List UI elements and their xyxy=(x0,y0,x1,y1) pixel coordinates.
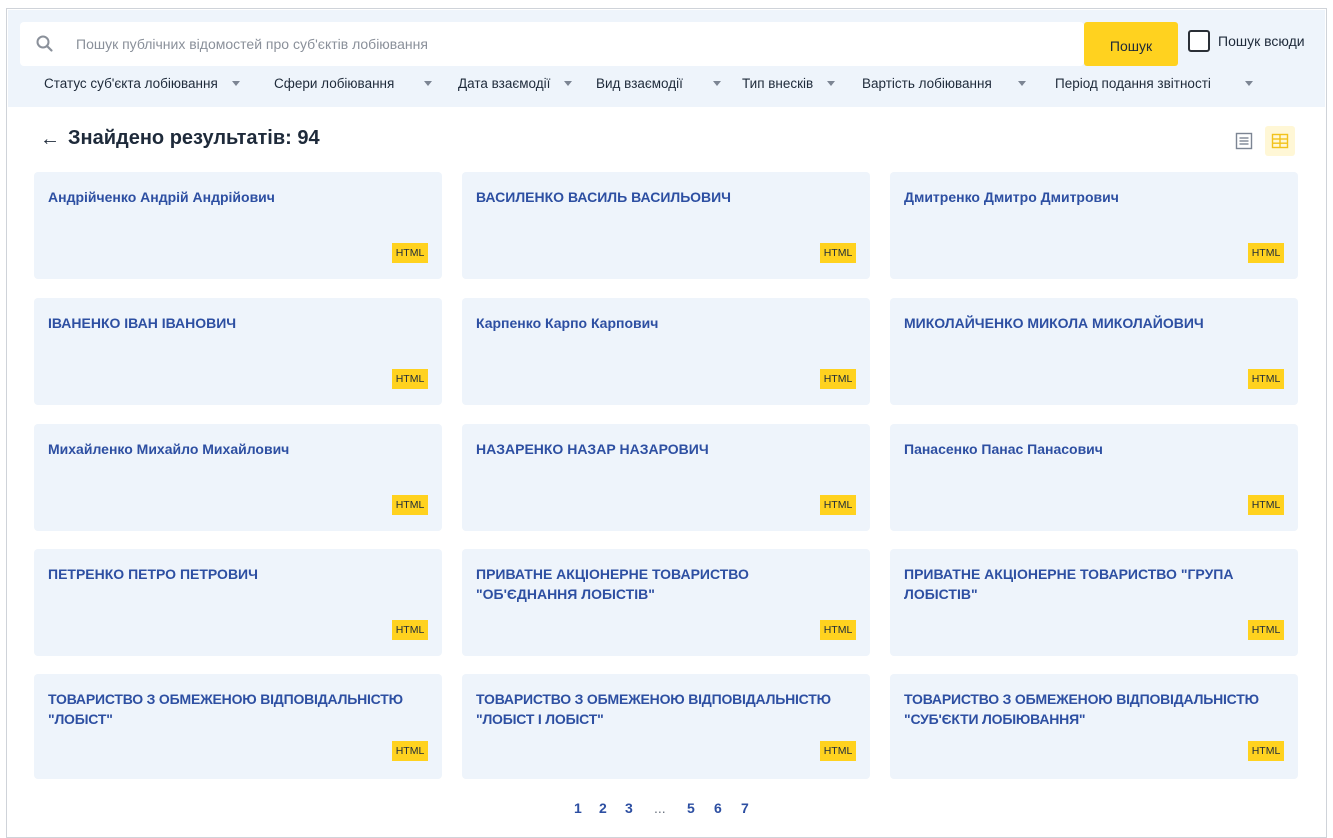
card-title-link[interactable]: Дмитренко Дмитро Дмитрович xyxy=(904,187,1292,207)
chevron-down-icon xyxy=(564,81,573,86)
chevron-down-icon xyxy=(1244,81,1253,86)
search-everywhere-toggle[interactable]: Пошук всюди xyxy=(1188,30,1305,52)
search-everywhere-checkbox[interactable] xyxy=(1188,30,1210,52)
result-card[interactable]: Панасенко Панас Панасович HTML xyxy=(890,424,1298,531)
arrow-left-icon[interactable]: ← xyxy=(40,129,60,149)
filter-contribution-type[interactable]: Тип внесків xyxy=(742,76,836,91)
result-card[interactable]: ІВАНЕНКО ІВАН ІВАНОВИЧ HTML xyxy=(34,298,442,405)
result-card[interactable]: Дмитренко Дмитро Дмитрович HTML xyxy=(890,172,1298,279)
page-link-6[interactable]: 6 xyxy=(714,800,722,816)
page-link-3[interactable]: 3 xyxy=(625,800,633,816)
filter-lobbying-cost[interactable]: Вартість лобіювання xyxy=(862,76,1026,91)
page-link-5[interactable]: 5 xyxy=(687,800,695,816)
result-card[interactable]: ВАСИЛЕНКО ВАСИЛЬ ВАСИЛЬОВИЧ HTML xyxy=(462,172,870,279)
filter-label: Вид взаємодії xyxy=(596,76,683,91)
card-title-link[interactable]: ПЕТРЕНКО ПЕТРО ПЕТРОВИЧ xyxy=(48,564,436,584)
result-card[interactable]: ПРИВАТНЕ АКЦІОНЕРНЕ ТОВАРИСТВО "ГРУПА ЛО… xyxy=(890,549,1298,656)
card-title-link[interactable]: ІВАНЕНКО ІВАН ІВАНОВИЧ xyxy=(48,313,436,333)
result-card[interactable]: ТОВАРИСТВО З ОБМЕЖЕНОЮ ВІДПОВІДАЛЬНІСТЮ … xyxy=(34,674,442,779)
card-title-link[interactable]: Михайленко Михайло Михайлович xyxy=(48,439,436,459)
html-badge[interactable]: HTML xyxy=(820,741,856,761)
chevron-down-icon xyxy=(231,81,240,86)
search-row: Пошук Пошук всюди xyxy=(20,22,1320,66)
list-view-icon xyxy=(1235,132,1253,150)
chevron-down-icon xyxy=(424,81,433,86)
card-title-link[interactable]: НАЗАРЕНКО НАЗАР НАЗАРОВИЧ xyxy=(476,439,864,459)
card-title-link[interactable]: ПРИВАТНЕ АКЦІОНЕРНЕ ТОВАРИСТВО "ГРУПА ЛО… xyxy=(904,564,1284,604)
filter-label: Період подання звітності xyxy=(1055,76,1211,91)
filter-label: Дата взаємодії xyxy=(458,76,551,91)
page-link-2[interactable]: 2 xyxy=(599,800,607,816)
html-badge[interactable]: HTML xyxy=(392,369,428,389)
pagination-ellipsis: ... xyxy=(654,800,666,816)
html-badge[interactable]: HTML xyxy=(820,620,856,640)
card-title-link[interactable]: ПРИВАТНЕ АКЦІОНЕРНЕ ТОВАРИСТВО "ОБ'ЄДНАН… xyxy=(476,564,796,604)
html-badge[interactable]: HTML xyxy=(392,243,428,263)
html-badge[interactable]: HTML xyxy=(1248,620,1284,640)
card-title-link[interactable]: Андрійченко Андрій Андрійович xyxy=(48,187,436,207)
card-title-link[interactable]: ВАСИЛЕНКО ВАСИЛЬ ВАСИЛЬОВИЧ xyxy=(476,187,864,207)
result-card[interactable]: НАЗАРЕНКО НАЗАР НАЗАРОВИЧ HTML xyxy=(462,424,870,531)
filter-lobbying-areas[interactable]: Сфери лобіювання xyxy=(274,76,433,91)
result-card[interactable]: ПЕТРЕНКО ПЕТРО ПЕТРОВИЧ HTML xyxy=(34,549,442,656)
search-input[interactable] xyxy=(76,36,1036,52)
chevron-down-icon xyxy=(827,81,836,86)
card-title-link[interactable]: Панасенко Панас Панасович xyxy=(904,439,1292,459)
grid-view-icon xyxy=(1271,133,1289,149)
html-badge[interactable]: HTML xyxy=(1248,369,1284,389)
filter-label: Статус суб'єкта лобіювання xyxy=(44,76,218,91)
results-count-title: Знайдено результатів: 94 xyxy=(68,127,320,149)
chevron-down-icon xyxy=(712,81,721,86)
result-card[interactable]: ТОВАРИСТВО З ОБМЕЖЕНОЮ ВІДПОВІДАЛЬНІСТЮ … xyxy=(890,674,1298,779)
search-button[interactable]: Пошук xyxy=(1084,22,1178,66)
filter-label: Вартість лобіювання xyxy=(862,76,992,91)
filter-interaction-type[interactable]: Вид взаємодії xyxy=(596,76,721,91)
html-badge[interactable]: HTML xyxy=(392,495,428,515)
html-badge[interactable]: HTML xyxy=(1248,495,1284,515)
search-box xyxy=(20,22,1084,66)
filter-reporting-period[interactable]: Період подання звітності xyxy=(1055,76,1253,91)
filter-label: Тип внесків xyxy=(742,76,814,91)
result-card[interactable]: ПРИВАТНЕ АКЦІОНЕРНЕ ТОВАРИСТВО "ОБ'ЄДНАН… xyxy=(462,549,870,656)
html-badge[interactable]: HTML xyxy=(392,741,428,761)
chevron-down-icon xyxy=(1017,81,1026,86)
card-title-link[interactable]: ТОВАРИСТВО З ОБМЕЖЕНОЮ ВІДПОВІДАЛЬНІСТЮ … xyxy=(904,689,1292,729)
card-title-link[interactable]: Карпенко Карпо Карпович xyxy=(476,313,864,333)
result-card[interactable]: Михайленко Михайло Михайлович HTML xyxy=(34,424,442,531)
grid-view-button[interactable] xyxy=(1265,126,1295,156)
filter-interaction-date[interactable]: Дата взаємодії xyxy=(458,76,573,91)
search-everywhere-label: Пошук всюди xyxy=(1218,33,1305,49)
result-card[interactable]: ТОВАРИСТВО З ОБМЕЖЕНОЮ ВІДПОВІДАЛЬНІСТЮ … xyxy=(462,674,870,779)
card-title-link[interactable]: ТОВАРИСТВО З ОБМЕЖЕНОЮ ВІДПОВІДАЛЬНІСТЮ … xyxy=(476,689,864,729)
html-badge[interactable]: HTML xyxy=(820,243,856,263)
card-title-link[interactable]: ТОВАРИСТВО З ОБМЕЖЕНОЮ ВІДПОВІДАЛЬНІСТЮ … xyxy=(48,689,436,729)
result-card[interactable]: Карпенко Карпо Карпович HTML xyxy=(462,298,870,405)
page-link-1[interactable]: 1 xyxy=(574,800,582,816)
search-icon[interactable] xyxy=(34,33,56,55)
list-view-button[interactable] xyxy=(1229,126,1259,156)
html-badge[interactable]: HTML xyxy=(820,369,856,389)
html-badge[interactable]: HTML xyxy=(392,620,428,640)
result-card[interactable]: МИКОЛАЙЧЕНКО МИКОЛА МИКОЛАЙОВИЧ HTML xyxy=(890,298,1298,405)
filter-subject-status[interactable]: Статус суб'єкта лобіювання xyxy=(44,76,240,91)
html-badge[interactable]: HTML xyxy=(1248,741,1284,761)
filter-label: Сфери лобіювання xyxy=(274,76,395,91)
result-card[interactable]: Андрійченко Андрій Андрійович HTML xyxy=(34,172,442,279)
card-title-link[interactable]: МИКОЛАЙЧЕНКО МИКОЛА МИКОЛАЙОВИЧ xyxy=(904,313,1292,333)
html-badge[interactable]: HTML xyxy=(1248,243,1284,263)
results-header: ← Знайдено результатів: 94 xyxy=(40,127,320,150)
page-link-7[interactable]: 7 xyxy=(741,800,749,816)
html-badge[interactable]: HTML xyxy=(820,495,856,515)
